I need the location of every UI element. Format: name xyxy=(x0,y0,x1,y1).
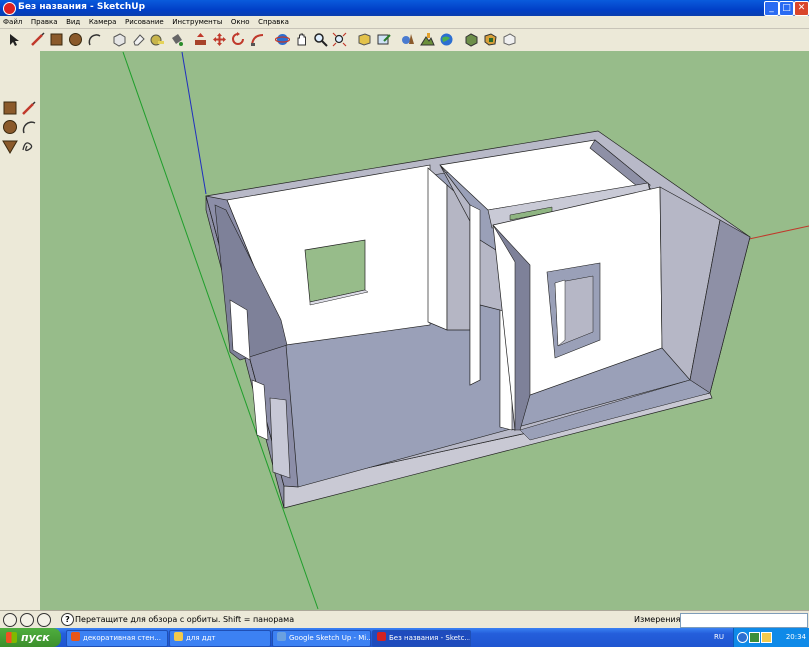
arc-icon[interactable] xyxy=(87,32,102,47)
menu-draw[interactable]: Рисование xyxy=(122,16,167,28)
polygon-icon[interactable] xyxy=(2,138,18,154)
paint-bucket-icon[interactable] xyxy=(169,32,184,47)
get-models-icon[interactable] xyxy=(357,32,372,47)
toggle-terrain-icon[interactable] xyxy=(420,32,435,47)
share-model-icon[interactable] xyxy=(376,32,391,47)
pan-icon[interactable] xyxy=(294,32,309,47)
red-axis xyxy=(748,225,809,240)
move-icon[interactable] xyxy=(212,32,227,47)
add-location-icon[interactable] xyxy=(401,32,416,47)
circle-icon[interactable] xyxy=(68,32,83,47)
arc-icon[interactable] xyxy=(21,119,37,135)
menu-bar: Файл Правка Вид Камера Рисование Инструм… xyxy=(0,16,809,29)
eraser-icon[interactable] xyxy=(131,32,146,47)
folder-icon xyxy=(174,632,183,641)
follow-me-icon[interactable] xyxy=(250,32,265,47)
geo-location-icon[interactable] xyxy=(3,613,17,627)
alert-icon[interactable] xyxy=(761,632,772,643)
network-icon[interactable] xyxy=(737,632,748,643)
google-earth-icon[interactable] xyxy=(439,32,454,47)
orbit-icon[interactable] xyxy=(275,32,290,47)
select-icon[interactable] xyxy=(6,32,21,47)
start-button[interactable]: пуск xyxy=(0,628,61,647)
minimize-button[interactable]: _ xyxy=(764,1,779,16)
firefox-icon xyxy=(71,632,80,641)
menu-view[interactable]: Вид xyxy=(63,16,83,28)
get-photo-texture-icon[interactable] xyxy=(464,32,479,47)
start-label: пуск xyxy=(21,631,50,644)
zoom-icon[interactable] xyxy=(313,32,328,47)
zoom-extents-icon[interactable] xyxy=(332,32,347,47)
status-bar: ? Перетащите для обзора с орбиты. Shift … xyxy=(0,610,809,629)
drawing-toolbar xyxy=(0,51,41,610)
help-icon[interactable]: ? xyxy=(61,613,74,626)
window-title: Без названия - SketchUp xyxy=(18,2,146,12)
house-model[interactable] xyxy=(205,130,751,509)
taskbar: пуск декоративная стен... для ддт Google… xyxy=(0,628,809,647)
make-component-icon[interactable] xyxy=(112,32,127,47)
clock: 20:34 xyxy=(785,633,806,641)
tape-measure-icon[interactable] xyxy=(150,32,165,47)
windows-logo-icon xyxy=(6,632,17,643)
menu-tools[interactable]: Инструменты xyxy=(169,16,225,28)
warehouse-icon[interactable] xyxy=(502,32,517,47)
sketchup-app-icon[interactable] xyxy=(3,2,16,15)
document-icon xyxy=(277,632,286,641)
model-viewport[interactable] xyxy=(40,51,809,610)
menu-help[interactable]: Справка xyxy=(255,16,292,28)
maximize-button[interactable]: □ xyxy=(779,1,794,16)
menu-window[interactable]: Окно xyxy=(228,16,253,28)
sketchup-icon xyxy=(377,632,386,641)
system-tray: 20:34 xyxy=(733,628,809,647)
title-bar: Без названия - SketchUp _ □ ✕ xyxy=(0,0,809,16)
photo-textures-icon[interactable] xyxy=(483,32,498,47)
freehand-icon[interactable] xyxy=(21,138,37,154)
close-button[interactable]: ✕ xyxy=(794,1,809,16)
menu-file[interactable]: Файл xyxy=(0,16,25,28)
rectangle-icon[interactable] xyxy=(2,100,18,116)
blue-axis xyxy=(181,51,207,195)
taskbar-item-sketchup[interactable]: Без названия - Sketc... xyxy=(372,630,471,647)
rectangle-icon[interactable] xyxy=(49,32,64,47)
security-icon[interactable] xyxy=(749,632,760,643)
credits-icon[interactable] xyxy=(20,613,34,627)
measurements-label: Измерения xyxy=(634,615,681,624)
circle-icon[interactable] xyxy=(2,119,18,135)
model-canvas[interactable] xyxy=(40,51,809,610)
line-icon[interactable] xyxy=(30,32,45,47)
main-toolbar xyxy=(0,29,809,52)
taskbar-item-folder[interactable]: для ддт xyxy=(169,630,271,647)
taskbar-item-sketchup-forum[interactable]: Google Sketch Up - Mi... xyxy=(272,630,371,647)
status-hint: Перетащите для обзора с орбиты. Shift = … xyxy=(75,615,295,624)
language-indicator[interactable]: RU xyxy=(714,633,724,641)
menu-camera[interactable]: Камера xyxy=(86,16,120,28)
measurements-input[interactable] xyxy=(680,613,808,628)
menu-edit[interactable]: Правка xyxy=(28,16,61,28)
pencil-icon[interactable] xyxy=(21,100,37,116)
user-icon[interactable] xyxy=(37,613,51,627)
push-pull-icon[interactable] xyxy=(193,32,208,47)
taskbar-item-decor-wall[interactable]: декоративная стен... xyxy=(66,630,168,647)
rotate-icon[interactable] xyxy=(231,32,246,47)
